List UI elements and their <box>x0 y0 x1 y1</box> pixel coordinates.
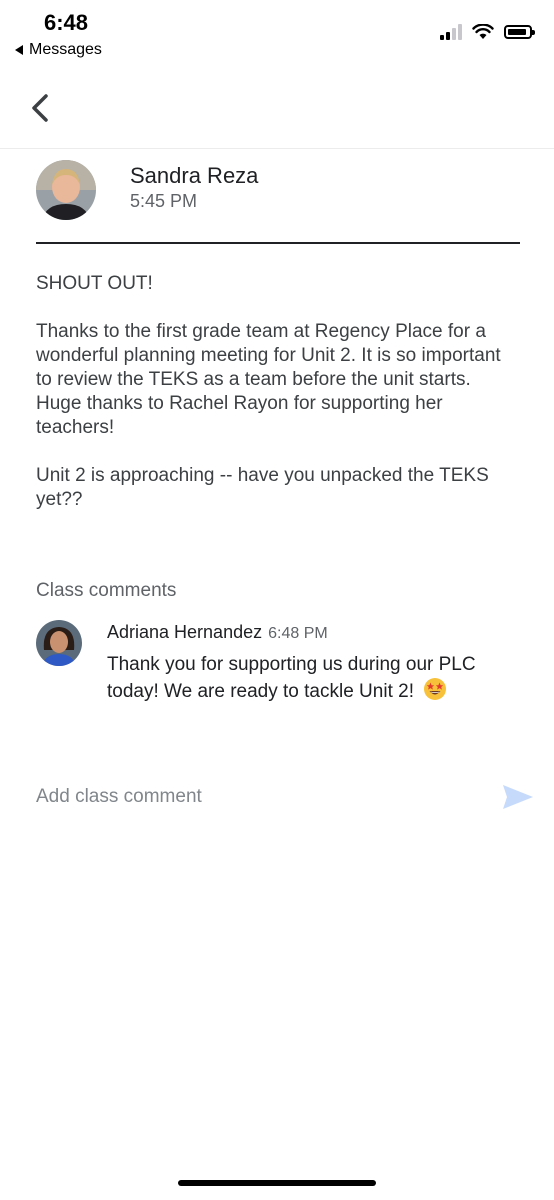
cellular-signal-icon <box>440 24 462 40</box>
commenter-avatar[interactable] <box>36 620 82 666</box>
send-button[interactable] <box>500 782 536 812</box>
back-button[interactable] <box>26 88 62 128</box>
system-icons <box>440 24 535 40</box>
author-avatar[interactable] <box>36 160 96 220</box>
star-struck-emoji-icon <box>424 678 447 700</box>
author-name: Sandra Reza <box>130 163 259 188</box>
post-time: 5:45 PM <box>130 191 198 211</box>
comment-time: 6:48 PM <box>268 625 328 642</box>
comment-text: Thank you for supporting us during our P… <box>107 652 487 704</box>
status-bar: 6:48 Messages <box>0 0 554 68</box>
comment-item: Adriana Hernandez 6:48 PM Thank you for s… <box>36 618 520 728</box>
post-header: Sandra Reza 5:45 PM <box>36 158 520 244</box>
back-triangle-icon <box>15 45 23 55</box>
send-icon <box>503 785 533 809</box>
add-comment-input[interactable]: Add class comment <box>36 786 202 808</box>
back-to-app-label: Messages <box>29 41 102 58</box>
chevron-left-icon <box>32 94 48 122</box>
class-comments-heading: Class comments <box>36 580 177 601</box>
battery-icon <box>504 25 535 39</box>
status-time: 6:48 <box>44 10 89 35</box>
home-indicator[interactable] <box>178 1180 376 1186</box>
top-app-bar <box>0 68 554 149</box>
post-body: SHOUT OUT! Thanks to the first grade tea… <box>36 273 501 510</box>
wifi-icon <box>472 24 494 39</box>
commenter-name: Adriana Hernandez <box>107 622 263 642</box>
comment-body: Thank you for supporting us during our P… <box>107 654 476 702</box>
commenter-line: Adriana Hernandez 6:48 PM <box>107 622 328 643</box>
back-to-messages-link[interactable]: Messages <box>15 41 102 59</box>
